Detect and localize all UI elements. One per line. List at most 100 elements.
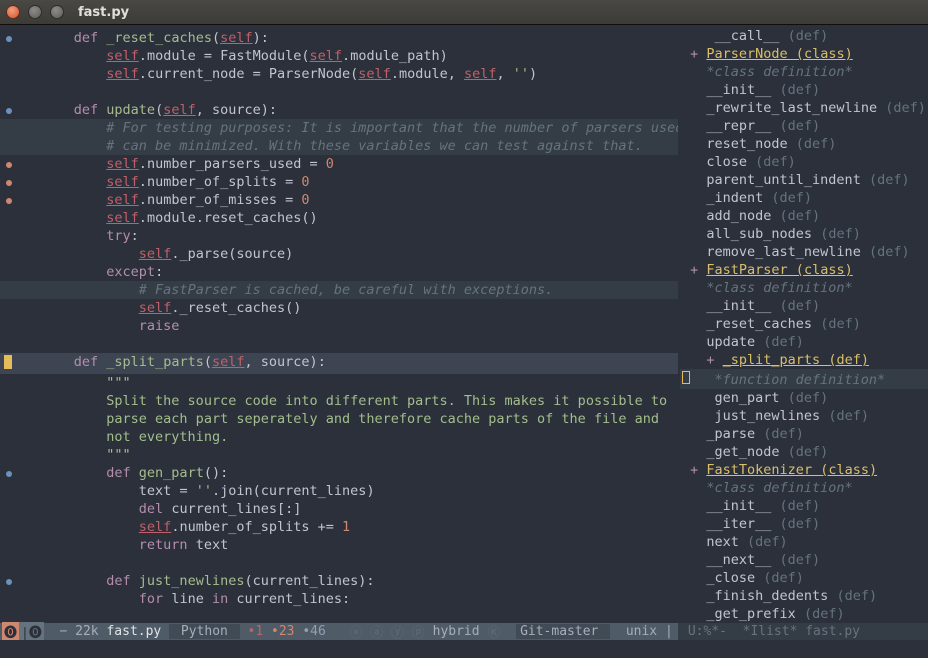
outline-row[interactable]: *function definition* [680, 369, 928, 389]
outline-row[interactable]: + ParserNode (class) [680, 45, 928, 63]
modeline-left[interactable]: ⓿|⓿ − 22k fast.py Python •1 •23 •46 ⓐ ⓐ … [0, 623, 678, 640]
code-line[interactable]: def _reset_caches(self): [0, 29, 678, 47]
outline-row[interactable]: + FastParser (class) [680, 261, 928, 279]
code-line[interactable]: """ [0, 374, 678, 392]
outline-row[interactable]: + _split_parts (def) [680, 351, 928, 369]
window-close-button[interactable] [6, 5, 20, 19]
code-line[interactable]: del current_lines[:] [0, 500, 678, 518]
window-max-button[interactable] [50, 5, 64, 19]
code-line[interactable] [0, 83, 678, 101]
code-line[interactable]: self.current_node = ParserNode(self.modu… [0, 65, 678, 83]
workarea: def _reset_caches(self): self.module = F… [0, 24, 928, 640]
code-text [21, 83, 41, 101]
code-text: for line in current_lines: [21, 590, 350, 608]
modeline-theme: hybrid [433, 624, 480, 639]
code-line[interactable]: self.number_of_misses = 0 [0, 191, 678, 209]
code-line[interactable]: raise [0, 317, 678, 335]
outline-pane: __call__ (def) + ParserNode (class) *cla… [678, 25, 928, 640]
outline-row[interactable]: just_newlines (def) [680, 407, 928, 425]
code-line[interactable]: def update(self, source): [0, 101, 678, 119]
code-text: def just_newlines(current_lines): [21, 572, 375, 590]
outline-row[interactable]: _finish_dedents (def) [680, 587, 928, 605]
code-line[interactable]: for line in current_lines: [0, 590, 678, 608]
code-line[interactable]: self.module.reset_caches() [0, 209, 678, 227]
code-line[interactable]: not everything. [0, 428, 678, 446]
outline-row[interactable]: __init__ (def) [680, 497, 928, 515]
outline-row[interactable]: _get_node (def) [680, 443, 928, 461]
code-line[interactable]: self.number_of_splits += 1 [0, 518, 678, 536]
cursor-icon [682, 371, 690, 384]
code-line[interactable]: self._reset_caches() [0, 299, 678, 317]
code-line[interactable]: def _split_parts(self, source): [0, 353, 678, 374]
fringe-dot-icon [6, 180, 12, 186]
code-line[interactable]: # can be minimized. With these variables… [0, 137, 678, 155]
outline-row[interactable]: _indent (def) [680, 189, 928, 207]
code-text: # For testing purposes: It is important … [21, 119, 678, 137]
gutter [4, 353, 18, 374]
code-line[interactable] [0, 554, 678, 572]
modeline-size: − 22k [44, 624, 107, 639]
outline-row[interactable]: _reset_caches (def) [680, 315, 928, 333]
code-line[interactable]: try: [0, 227, 678, 245]
code-line[interactable]: """ [0, 446, 678, 464]
outline-row[interactable]: *class definition* [680, 63, 928, 81]
window-min-button[interactable] [28, 5, 42, 19]
code-line[interactable]: except: [0, 263, 678, 281]
minibuffer[interactable] [0, 640, 928, 658]
outline-row[interactable]: parent_until_indent (def) [680, 171, 928, 189]
code-line[interactable]: self.number_of_splits = 0 [0, 173, 678, 191]
outline-row[interactable]: __repr__ (def) [680, 117, 928, 135]
outline-row[interactable]: reset_node (def) [680, 135, 928, 153]
code-line[interactable]: # FastParser is cached, be careful with … [0, 281, 678, 299]
outline-row[interactable]: _parse (def) [680, 425, 928, 443]
outline-row[interactable]: next (def) [680, 533, 928, 551]
outline-row[interactable]: add_node (def) [680, 207, 928, 225]
code-line[interactable] [0, 335, 678, 353]
outline-row[interactable]: __init__ (def) [680, 297, 928, 315]
modeline-vc: Git-master [516, 624, 610, 639]
code-text: def _reset_caches(self): [21, 29, 269, 47]
code-area[interactable]: def _reset_caches(self): self.module = F… [0, 25, 678, 623]
code-line[interactable]: text = ''.join(current_lines) [0, 482, 678, 500]
code-text [21, 554, 41, 572]
code-text: self.module.reset_caches() [21, 209, 318, 227]
outline-row[interactable]: _close (def) [680, 569, 928, 587]
cursor-icon [4, 355, 12, 369]
modeline-right[interactable]: U:%*- *Ilist* fast.py [678, 623, 928, 640]
code-line[interactable]: def just_newlines(current_lines): [0, 572, 678, 590]
code-text: self.current_node = ParserNode(self.modu… [21, 65, 537, 83]
code-line[interactable]: def gen_part(): [0, 464, 678, 482]
fringe-dot-icon [6, 471, 12, 477]
gutter [4, 464, 18, 482]
outline-area[interactable]: __call__ (def) + ParserNode (class) *cla… [678, 25, 928, 623]
code-line[interactable]: self._parse(source) [0, 245, 678, 263]
code-line[interactable]: # For testing purposes: It is important … [0, 119, 678, 137]
outline-row[interactable]: update (def) [680, 333, 928, 351]
code-line[interactable]: self.number_parsers_used = 0 [0, 155, 678, 173]
code-text: not everything. [21, 428, 228, 446]
outline-row[interactable]: *class definition* [680, 279, 928, 297]
outline-row[interactable]: remove_last_newline (def) [680, 243, 928, 261]
gutter [4, 29, 18, 47]
code-text: raise [21, 317, 179, 335]
code-line[interactable]: self.module = FastModule(self.module_pat… [0, 47, 678, 65]
outline-row[interactable]: all_sub_nodes (def) [680, 225, 928, 243]
outline-row[interactable]: _rewrite_last_newline (def) [680, 99, 928, 117]
outline-row[interactable]: *class definition* [680, 479, 928, 497]
outline-row[interactable]: __call__ (def) [680, 27, 928, 45]
gutter [4, 572, 18, 590]
code-line[interactable]: Split the source code into different par… [0, 392, 678, 410]
outline-row[interactable]: __init__ (def) [680, 81, 928, 99]
code-text: Split the source code into different par… [21, 392, 667, 410]
outline-row[interactable]: _get_prefix (def) [680, 605, 928, 623]
outline-row[interactable]: __next__ (def) [680, 551, 928, 569]
outline-row[interactable]: gen_part (def) [680, 389, 928, 407]
code-line[interactable]: parse each part seperately and therefore… [0, 410, 678, 428]
outline-row[interactable]: close (def) [680, 153, 928, 171]
code-text: # can be minimized. With these variables… [21, 137, 643, 155]
code-line[interactable]: return text [0, 536, 678, 554]
code-text [21, 335, 41, 353]
gutter [4, 191, 18, 209]
outline-row[interactable]: __iter__ (def) [680, 515, 928, 533]
outline-row[interactable]: + FastTokenizer (class) [680, 461, 928, 479]
